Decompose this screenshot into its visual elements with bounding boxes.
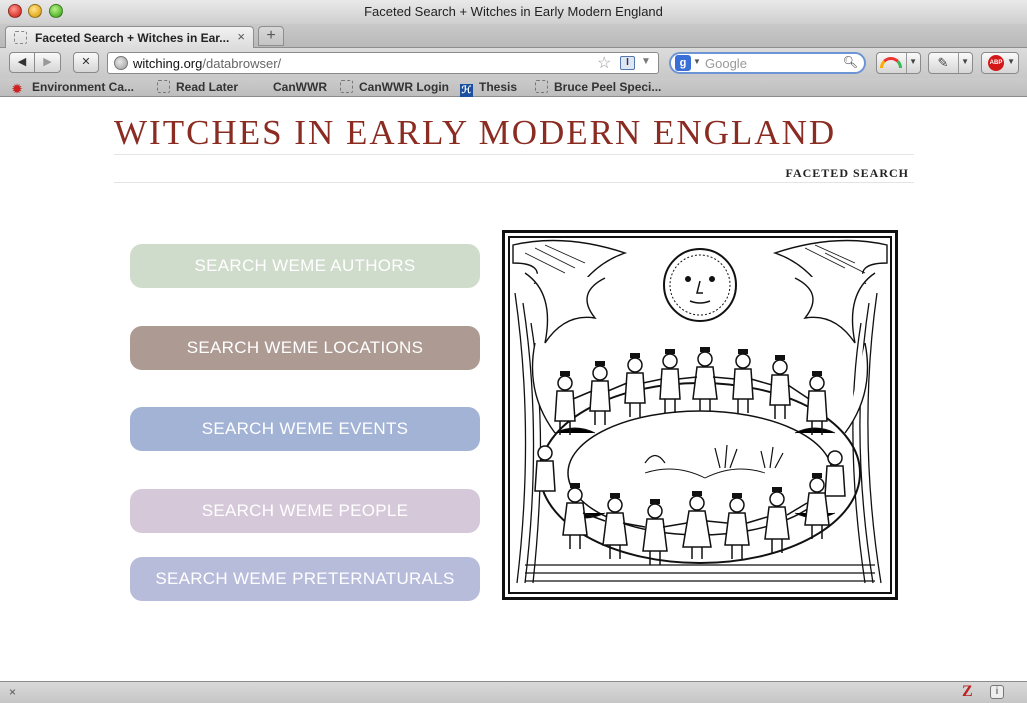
identity-icon[interactable]: I <box>620 56 635 70</box>
bookmarks-toolbar: ✹ Environment Ca... Read Later CanWWR Can… <box>0 78 1027 97</box>
search-events-button[interactable]: SEARCH WEME EVENTS <box>130 407 480 451</box>
google-icon[interactable]: g <box>675 55 691 71</box>
search-preternaturals-button[interactable]: SEARCH WEME PRETERNATURALS <box>130 557 480 601</box>
site-title[interactable]: WITCHES IN EARLY MODERN ENGLAND <box>114 113 914 153</box>
new-tab-button[interactable]: + <box>258 26 284 46</box>
page-icon <box>14 31 27 44</box>
window-title: Faceted Search + Witches in Early Modern… <box>364 4 663 19</box>
search-engine-dropdown-icon[interactable]: ▼ <box>693 57 701 66</box>
bookmark-canwwr-login[interactable]: CanWWR Login <box>340 80 449 94</box>
divider <box>114 154 914 155</box>
chevron-down-icon[interactable]: ▼ <box>961 57 969 66</box>
url-text[interactable]: witching.org/databrowser/ <box>133 56 281 71</box>
close-addon-bar-icon[interactable]: × <box>9 685 16 699</box>
zotero-icon[interactable]: Z <box>962 683 973 701</box>
search-input[interactable] <box>705 55 841 71</box>
tab-faceted-search[interactable]: Faceted Search + Witches in Ear... × <box>5 26 254 49</box>
url-path: /databrowser/ <box>202 56 282 71</box>
page-subtitle: FACETED SEARCH <box>785 166 909 180</box>
bookmark-thesis[interactable]: ℋ Thesis <box>460 80 517 97</box>
rainbow-icon <box>880 57 902 68</box>
status-bar: × Z i <box>0 681 1027 703</box>
page-icon <box>157 80 170 93</box>
close-window-button[interactable] <box>8 4 22 18</box>
bookmark-canwwr[interactable]: CanWWR <box>273 80 327 94</box>
bookmark-environment-canada[interactable]: ✹ Environment Ca... <box>12 80 134 96</box>
divider <box>114 182 914 183</box>
forward-arrow-icon: ▶ <box>43 56 52 68</box>
search-authors-button[interactable]: SEARCH WEME AUTHORS <box>130 244 480 288</box>
search-locations-button[interactable]: SEARCH WEME LOCATIONS <box>130 326 480 370</box>
bookmark-star-icon[interactable]: ☆ <box>597 53 611 73</box>
rainbow-addon-button[interactable]: ▼ <box>876 52 921 74</box>
search-people-button[interactable]: SEARCH WEME PEOPLE <box>130 489 480 533</box>
back-arrow-icon: ◀ <box>17 56 27 68</box>
search-bar: g ▼ 🔍︎ <box>669 52 866 74</box>
tab-strip: Faceted Search + Witches in Ear... × + <box>0 24 1027 49</box>
search-icon[interactable]: 🔍︎ <box>843 55 858 69</box>
adblock-icon: ABP <box>988 55 1004 71</box>
tools-addon-button[interactable]: ✎ ▼ <box>928 52 973 74</box>
forward-button[interactable]: ▶ <box>34 52 61 73</box>
stop-icon: ✕ <box>81 56 91 68</box>
zotero-icon: ℋ <box>460 84 473 97</box>
bookmark-bruce-peel[interactable]: Bruce Peel Speci... <box>535 80 661 94</box>
url-bar[interactable]: witching.org/databrowser/ ☆ I ▼ <box>107 52 659 74</box>
bookmark-read-later[interactable]: Read Later <box>157 80 238 94</box>
chevron-down-icon[interactable]: ▼ <box>1007 57 1015 66</box>
adblock-button[interactable]: ABP ▼ <box>981 52 1019 74</box>
history-dropdown-icon[interactable]: ▼ <box>641 56 651 67</box>
chevron-down-icon[interactable]: ▼ <box>909 57 917 66</box>
zoom-window-button[interactable] <box>49 4 63 18</box>
url-host: witching.org <box>133 56 203 71</box>
back-button[interactable]: ◀ <box>9 52 35 73</box>
window-titlebar: Faceted Search + Witches in Early Modern… <box>0 0 1027 24</box>
tab-label: Faceted Search + Witches in Ear... <box>35 31 230 45</box>
stop-button[interactable]: ✕ <box>73 52 99 73</box>
minimize-window-button[interactable] <box>28 4 42 18</box>
navigation-toolbar: ◀ ▶ ✕ witching.org/databrowser/ ☆ I ▼ g … <box>0 48 1027 78</box>
woodcut-image <box>505 233 895 597</box>
page-icon <box>340 80 353 93</box>
close-tab-icon[interactable]: × <box>237 29 245 44</box>
page-icon <box>535 80 548 93</box>
page-content: WITCHES IN EARLY MODERN ENGLAND FACETED … <box>0 98 1027 681</box>
woodcut-illustration <box>502 230 898 600</box>
globe-icon <box>114 56 128 70</box>
maple-leaf-icon: ✹ <box>12 82 23 96</box>
info-icon[interactable]: i <box>990 685 1004 699</box>
wrench-icon: ✎ <box>937 55 949 70</box>
